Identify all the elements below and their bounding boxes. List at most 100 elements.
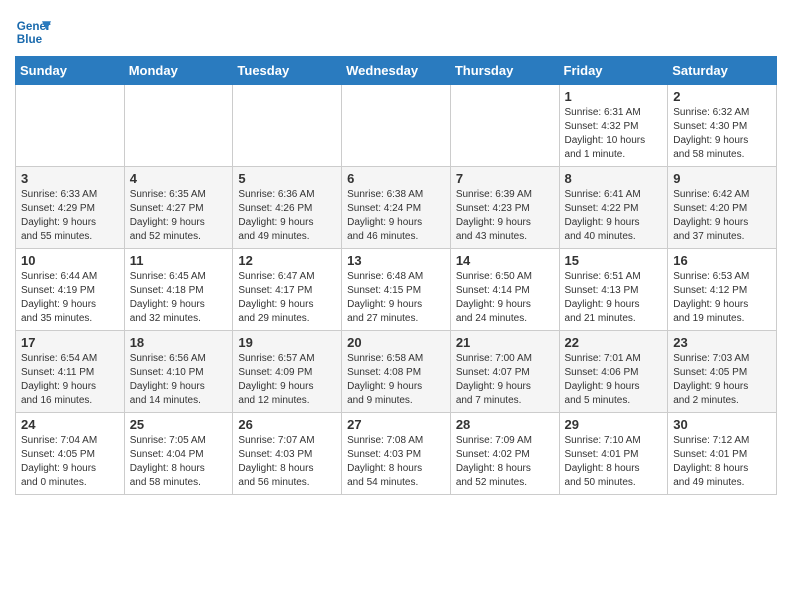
svg-text:Blue: Blue xyxy=(17,33,43,46)
day-number: 15 xyxy=(565,253,663,268)
calendar-week-row: 10 Sunrise: 6:44 AM Sunset: 4:19 PM Dayli… xyxy=(16,249,777,331)
day-info: Sunrise: 6:35 AM Sunset: 4:27 PM Dayligh… xyxy=(130,188,228,244)
day-info: Sunrise: 7:09 AM Sunset: 4:02 PM Dayligh… xyxy=(456,434,554,490)
day-info: Sunrise: 6:57 AM Sunset: 4:09 PM Dayligh… xyxy=(238,352,336,408)
calendar-cell: 9 Sunrise: 6:42 AM Sunset: 4:20 PM Daylig… xyxy=(668,167,777,249)
day-number: 24 xyxy=(21,417,119,432)
day-number: 10 xyxy=(21,253,119,268)
day-number: 29 xyxy=(565,417,663,432)
day-number: 5 xyxy=(238,171,336,186)
day-info: Sunrise: 7:05 AM Sunset: 4:04 PM Dayligh… xyxy=(130,434,228,490)
calendar-cell: 8 Sunrise: 6:41 AM Sunset: 4:22 PM Daylig… xyxy=(559,167,668,249)
calendar-cell: 22 Sunrise: 7:01 AM Sunset: 4:06 PM Dayli… xyxy=(559,331,668,413)
calendar-week-row: 24 Sunrise: 7:04 AM Sunset: 4:05 PM Dayli… xyxy=(16,413,777,495)
day-info: Sunrise: 7:12 AM Sunset: 4:01 PM Dayligh… xyxy=(673,434,771,490)
day-info: Sunrise: 7:03 AM Sunset: 4:05 PM Dayligh… xyxy=(673,352,771,408)
day-info: Sunrise: 7:01 AM Sunset: 4:06 PM Dayligh… xyxy=(565,352,663,408)
day-info: Sunrise: 7:04 AM Sunset: 4:05 PM Dayligh… xyxy=(21,434,119,490)
day-number: 6 xyxy=(347,171,445,186)
calendar-table: SundayMondayTuesdayWednesdayThursdayFrid… xyxy=(15,56,777,495)
calendar-cell xyxy=(124,85,233,167)
day-info: Sunrise: 6:48 AM Sunset: 4:15 PM Dayligh… xyxy=(347,270,445,326)
calendar-cell: 26 Sunrise: 7:07 AM Sunset: 4:03 PM Dayli… xyxy=(233,413,342,495)
day-number: 4 xyxy=(130,171,228,186)
calendar-cell: 2Sunrise: 6:32 AM Sunset: 4:30 PM Daylig… xyxy=(668,85,777,167)
calendar-cell: 3 Sunrise: 6:33 AM Sunset: 4:29 PM Daylig… xyxy=(16,167,125,249)
calendar-cell: 4 Sunrise: 6:35 AM Sunset: 4:27 PM Daylig… xyxy=(124,167,233,249)
calendar-cell: 23 Sunrise: 7:03 AM Sunset: 4:05 PM Dayli… xyxy=(668,331,777,413)
day-info: Sunrise: 6:31 AM Sunset: 4:32 PM Dayligh… xyxy=(565,106,663,162)
day-info: Sunrise: 6:36 AM Sunset: 4:26 PM Dayligh… xyxy=(238,188,336,244)
day-info: Sunrise: 6:44 AM Sunset: 4:19 PM Dayligh… xyxy=(21,270,119,326)
calendar-cell: 1Sunrise: 6:31 AM Sunset: 4:32 PM Daylig… xyxy=(559,85,668,167)
day-number: 22 xyxy=(565,335,663,350)
weekday-header-cell: Wednesday xyxy=(342,57,451,85)
day-info: Sunrise: 6:32 AM Sunset: 4:30 PM Dayligh… xyxy=(673,106,771,162)
day-info: Sunrise: 7:08 AM Sunset: 4:03 PM Dayligh… xyxy=(347,434,445,490)
calendar-cell: 10 Sunrise: 6:44 AM Sunset: 4:19 PM Dayli… xyxy=(16,249,125,331)
weekday-header-cell: Monday xyxy=(124,57,233,85)
calendar-week-row: 17Sunrise: 6:54 AM Sunset: 4:11 PM Dayli… xyxy=(16,331,777,413)
day-number: 9 xyxy=(673,171,771,186)
calendar-cell: 28 Sunrise: 7:09 AM Sunset: 4:02 PM Dayli… xyxy=(450,413,559,495)
logo: General Blue xyxy=(15,14,55,50)
weekday-header-cell: Sunday xyxy=(16,57,125,85)
day-info: Sunrise: 6:47 AM Sunset: 4:17 PM Dayligh… xyxy=(238,270,336,326)
day-info: Sunrise: 6:50 AM Sunset: 4:14 PM Dayligh… xyxy=(456,270,554,326)
day-number: 18 xyxy=(130,335,228,350)
day-number: 11 xyxy=(130,253,228,268)
day-number: 25 xyxy=(130,417,228,432)
day-info: Sunrise: 7:10 AM Sunset: 4:01 PM Dayligh… xyxy=(565,434,663,490)
day-info: Sunrise: 6:33 AM Sunset: 4:29 PM Dayligh… xyxy=(21,188,119,244)
day-info: Sunrise: 6:54 AM Sunset: 4:11 PM Dayligh… xyxy=(21,352,119,408)
day-number: 16 xyxy=(673,253,771,268)
calendar-cell: 21 Sunrise: 7:00 AM Sunset: 4:07 PM Dayli… xyxy=(450,331,559,413)
day-number: 8 xyxy=(565,171,663,186)
day-info: Sunrise: 6:58 AM Sunset: 4:08 PM Dayligh… xyxy=(347,352,445,408)
day-number: 19 xyxy=(238,335,336,350)
day-number: 26 xyxy=(238,417,336,432)
calendar-cell: 12 Sunrise: 6:47 AM Sunset: 4:17 PM Dayli… xyxy=(233,249,342,331)
calendar-cell xyxy=(342,85,451,167)
day-number: 7 xyxy=(456,171,554,186)
calendar-cell: 13 Sunrise: 6:48 AM Sunset: 4:15 PM Dayli… xyxy=(342,249,451,331)
calendar-cell: 6 Sunrise: 6:38 AM Sunset: 4:24 PM Daylig… xyxy=(342,167,451,249)
page-header: General Blue xyxy=(15,10,777,50)
day-number: 21 xyxy=(456,335,554,350)
logo-icon: General Blue xyxy=(15,14,51,50)
calendar-cell: 19 Sunrise: 6:57 AM Sunset: 4:09 PM Dayli… xyxy=(233,331,342,413)
day-number: 13 xyxy=(347,253,445,268)
weekday-header-row: SundayMondayTuesdayWednesdayThursdayFrid… xyxy=(16,57,777,85)
day-info: Sunrise: 6:51 AM Sunset: 4:13 PM Dayligh… xyxy=(565,270,663,326)
day-number: 12 xyxy=(238,253,336,268)
day-number: 3 xyxy=(21,171,119,186)
calendar-cell: 5 Sunrise: 6:36 AM Sunset: 4:26 PM Daylig… xyxy=(233,167,342,249)
day-info: Sunrise: 7:07 AM Sunset: 4:03 PM Dayligh… xyxy=(238,434,336,490)
day-info: Sunrise: 6:53 AM Sunset: 4:12 PM Dayligh… xyxy=(673,270,771,326)
day-number: 27 xyxy=(347,417,445,432)
calendar-cell: 16 Sunrise: 6:53 AM Sunset: 4:12 PM Dayli… xyxy=(668,249,777,331)
calendar-cell xyxy=(16,85,125,167)
day-number: 20 xyxy=(347,335,445,350)
calendar-cell: 11 Sunrise: 6:45 AM Sunset: 4:18 PM Dayli… xyxy=(124,249,233,331)
day-number: 28 xyxy=(456,417,554,432)
day-info: Sunrise: 6:56 AM Sunset: 4:10 PM Dayligh… xyxy=(130,352,228,408)
weekday-header-cell: Tuesday xyxy=(233,57,342,85)
day-number: 23 xyxy=(673,335,771,350)
day-number: 30 xyxy=(673,417,771,432)
day-number: 14 xyxy=(456,253,554,268)
day-info: Sunrise: 6:41 AM Sunset: 4:22 PM Dayligh… xyxy=(565,188,663,244)
calendar-cell xyxy=(450,85,559,167)
calendar-cell: 7Sunrise: 6:39 AM Sunset: 4:23 PM Daylig… xyxy=(450,167,559,249)
day-info: Sunrise: 6:42 AM Sunset: 4:20 PM Dayligh… xyxy=(673,188,771,244)
day-info: Sunrise: 7:00 AM Sunset: 4:07 PM Dayligh… xyxy=(456,352,554,408)
day-info: Sunrise: 6:38 AM Sunset: 4:24 PM Dayligh… xyxy=(347,188,445,244)
calendar-cell: 15 Sunrise: 6:51 AM Sunset: 4:13 PM Dayli… xyxy=(559,249,668,331)
calendar-week-row: 3 Sunrise: 6:33 AM Sunset: 4:29 PM Daylig… xyxy=(16,167,777,249)
calendar-cell: 25 Sunrise: 7:05 AM Sunset: 4:04 PM Dayli… xyxy=(124,413,233,495)
calendar-cell: 24 Sunrise: 7:04 AM Sunset: 4:05 PM Dayli… xyxy=(16,413,125,495)
calendar-cell xyxy=(233,85,342,167)
calendar-cell: 18 Sunrise: 6:56 AM Sunset: 4:10 PM Dayli… xyxy=(124,331,233,413)
calendar-body: 1Sunrise: 6:31 AM Sunset: 4:32 PM Daylig… xyxy=(16,85,777,495)
day-info: Sunrise: 6:45 AM Sunset: 4:18 PM Dayligh… xyxy=(130,270,228,326)
